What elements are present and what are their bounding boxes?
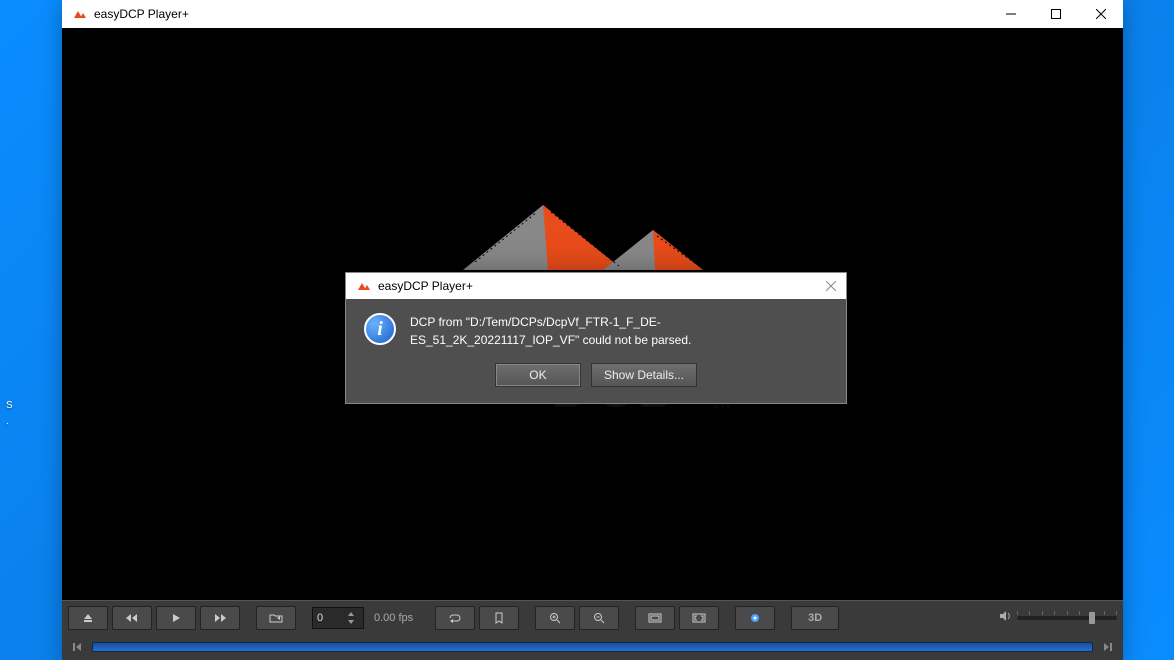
zoom-out-button[interactable]: [579, 606, 619, 630]
frame-input[interactable]: [317, 612, 347, 624]
rewind-button[interactable]: [112, 606, 152, 630]
show-details-button[interactable]: Show Details...: [591, 363, 697, 387]
window-buttons: [988, 0, 1123, 28]
dialog-title: easyDCP Player+: [378, 279, 816, 293]
speaker-icon: [999, 609, 1013, 627]
app-icon: [356, 278, 372, 294]
dialog-message: DCP from "D:/Tem/DCPs/DcpVf_FTR-1_F_DE-E…: [410, 313, 828, 349]
3d-button[interactable]: 3D: [791, 606, 839, 630]
zoom-in-button[interactable]: [535, 606, 575, 630]
eject-button[interactable]: [68, 606, 108, 630]
maximize-button[interactable]: [1033, 0, 1078, 28]
fullscreen-button[interactable]: [679, 606, 719, 630]
minimize-button[interactable]: [988, 0, 1033, 28]
titlebar[interactable]: easyDCP Player+: [62, 0, 1123, 28]
fast-forward-button[interactable]: [200, 606, 240, 630]
prev-frame-button[interactable]: [72, 642, 82, 652]
spinner-arrows-icon[interactable]: [347, 611, 355, 625]
dialog-body: i DCP from "D:/Tem/DCPs/DcpVf_FTR-1_F_DE…: [346, 299, 846, 403]
window-title: easyDCP Player+: [94, 7, 988, 21]
error-dialog: easyDCP Player+ i DCP from "D:/Tem/DCPs/…: [345, 272, 847, 404]
controls-bar: 0.00 fps 3D: [62, 600, 1123, 660]
fps-label: 0.00 fps: [368, 612, 419, 624]
desktop-fragment: S .: [6, 398, 13, 430]
bookmark-button[interactable]: [479, 606, 519, 630]
seek-row: [62, 635, 1123, 659]
transport-toolbar: 0.00 fps 3D: [62, 601, 1123, 635]
dialog-titlebar[interactable]: easyDCP Player+: [346, 273, 846, 299]
loop-button[interactable]: [435, 606, 475, 630]
volume-slider[interactable]: [1017, 616, 1117, 620]
app-icon: [72, 6, 88, 22]
fit-screen-button[interactable]: [635, 606, 675, 630]
ok-button[interactable]: OK: [495, 363, 581, 387]
volume-control: [999, 609, 1117, 627]
dialog-close-button[interactable]: [816, 281, 846, 291]
play-button[interactable]: [156, 606, 196, 630]
close-button[interactable]: [1078, 0, 1123, 28]
next-frame-button[interactable]: [1103, 642, 1113, 652]
volume-thumb[interactable]: [1089, 612, 1095, 624]
open-folder-button[interactable]: [256, 606, 296, 630]
seek-bar[interactable]: [92, 642, 1093, 652]
frame-spinner[interactable]: [312, 607, 364, 629]
info-icon: i: [364, 313, 396, 345]
color-scope-button[interactable]: [735, 606, 775, 630]
